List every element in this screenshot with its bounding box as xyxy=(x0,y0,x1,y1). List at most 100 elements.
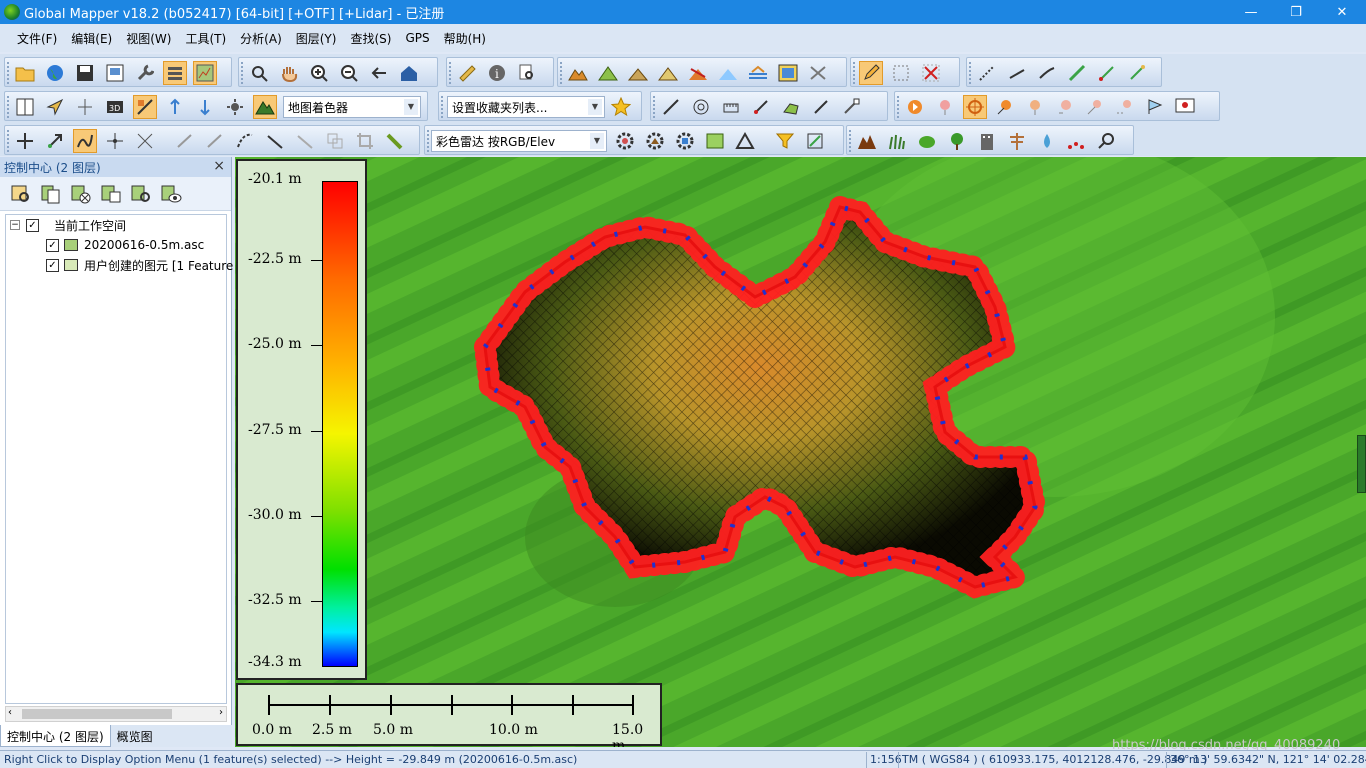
wrench-icon[interactable] xyxy=(133,61,157,85)
target-icon[interactable] xyxy=(689,95,713,119)
info-icon[interactable]: i xyxy=(485,61,509,85)
root-checkbox[interactable]: ✓ xyxy=(26,218,39,232)
menu-tools[interactable]: 工具(T) xyxy=(178,30,233,47)
point-multi-icon[interactable] xyxy=(1053,95,1077,119)
layers-icon[interactable] xyxy=(163,61,187,85)
draw-area-icon[interactable] xyxy=(779,95,803,119)
layer-eye-icon[interactable] xyxy=(160,183,182,205)
toolbar-grip[interactable] xyxy=(7,130,10,152)
water-icon[interactable] xyxy=(1035,129,1059,153)
favorites-select[interactable]: 设置收藏夹列表... ▼ xyxy=(447,96,605,118)
line-node-icon[interactable] xyxy=(1125,61,1149,85)
split-view-icon[interactable] xyxy=(13,95,37,119)
grid-ruler-icon[interactable] xyxy=(719,95,743,119)
gear-grid-icon[interactable] xyxy=(673,129,697,153)
chevron-down-icon[interactable]: ▼ xyxy=(588,99,602,115)
search-pin-icon[interactable] xyxy=(1095,129,1119,153)
reshape-icon[interactable] xyxy=(73,129,97,153)
line-dots-icon[interactable] xyxy=(975,61,999,85)
scroll-thumb[interactable] xyxy=(22,709,172,719)
chevron-down-icon[interactable]: ▼ xyxy=(590,133,604,149)
pin-icon[interactable] xyxy=(933,95,957,119)
menu-analysis[interactable]: 分析(A) xyxy=(233,30,289,47)
ruler-icon[interactable] xyxy=(455,61,479,85)
tree-layer-item[interactable]: ✓ 20200616-0.5m.asc xyxy=(46,235,204,255)
lidar-color-select[interactable]: 彩色雷达 按RGB/Elev ▼ xyxy=(431,130,607,152)
extend-line-icon[interactable] xyxy=(173,129,197,153)
triangle-icon[interactable] xyxy=(733,129,757,153)
filter-icon[interactable] xyxy=(773,129,797,153)
layer-close-icon[interactable] xyxy=(70,183,92,205)
check-line-icon[interactable] xyxy=(809,95,833,119)
profile-icon[interactable] xyxy=(746,61,770,85)
point-add-icon[interactable] xyxy=(1023,95,1047,119)
gear-icon[interactable] xyxy=(613,129,637,153)
elevation-down-icon[interactable] xyxy=(193,95,217,119)
toolbar-grip[interactable] xyxy=(969,62,972,84)
maximize-button[interactable]: ❐ xyxy=(1273,0,1319,24)
menu-gps[interactable]: GPS xyxy=(398,31,436,45)
volume-icon[interactable] xyxy=(626,61,650,85)
toolbar-grip[interactable] xyxy=(7,96,10,118)
star-icon[interactable] xyxy=(609,95,633,119)
point-delete-icon[interactable] xyxy=(1113,95,1137,119)
noise-icon[interactable] xyxy=(1065,129,1089,153)
print-icon[interactable] xyxy=(103,61,127,85)
split-icon[interactable] xyxy=(133,129,157,153)
map-canvas[interactable]: -20.1 m -22.5 m -25.0 m -27.5 m -30.0 m … xyxy=(235,157,1366,747)
tree-horizontal-scrollbar[interactable]: ‹ › xyxy=(5,706,227,722)
toolbar-grip[interactable] xyxy=(849,130,852,152)
node-edit-icon[interactable] xyxy=(293,129,317,153)
crosshair-icon[interactable] xyxy=(963,95,987,119)
path-profile-icon[interactable] xyxy=(73,95,97,119)
minimize-button[interactable]: — xyxy=(1228,0,1274,24)
rotate-icon[interactable] xyxy=(43,129,67,153)
screen-icon[interactable] xyxy=(1173,95,1197,119)
curve-icon[interactable] xyxy=(1035,61,1059,85)
flag-icon[interactable] xyxy=(1143,95,1167,119)
toolbar-grip[interactable] xyxy=(653,96,656,118)
tab-control-center[interactable]: 控制中心 (2 图层) xyxy=(0,725,111,747)
building-icon[interactable] xyxy=(975,129,999,153)
measure-tape-icon[interactable] xyxy=(383,129,407,153)
back-arrow-icon[interactable] xyxy=(367,61,391,85)
line-green-icon[interactable] xyxy=(1065,61,1089,85)
navigate-icon[interactable] xyxy=(43,95,67,119)
elevation-up-icon[interactable] xyxy=(163,95,187,119)
draw-line-icon[interactable] xyxy=(659,95,683,119)
hillshade-toggle-icon[interactable] xyxy=(133,95,157,119)
image-icon[interactable] xyxy=(776,61,800,85)
search-feature-icon[interactable] xyxy=(515,61,539,85)
gear-mountain-icon[interactable] xyxy=(643,129,667,153)
select-rect-icon[interactable] xyxy=(889,61,913,85)
menu-search[interactable]: 查找(S) xyxy=(343,30,398,47)
pan-hand-icon[interactable] xyxy=(277,61,301,85)
layer-zoom-icon[interactable] xyxy=(10,183,32,205)
zoom-in-icon[interactable] xyxy=(307,61,331,85)
toolbar-grip[interactable] xyxy=(7,62,10,84)
satellite-icon[interactable] xyxy=(806,61,830,85)
light-settings-icon[interactable] xyxy=(223,95,247,119)
menu-view[interactable]: 视图(W) xyxy=(119,30,178,47)
toolbar-grip[interactable] xyxy=(449,62,452,84)
tree-layer-item[interactable]: ✓ 用户创建的图元 [1 Feature xyxy=(46,255,233,275)
toolbar-grip[interactable] xyxy=(853,62,856,84)
slope-icon[interactable] xyxy=(656,61,680,85)
ground-icon[interactable] xyxy=(855,129,879,153)
terrain-icon[interactable] xyxy=(566,61,590,85)
map-scroll-handle[interactable] xyxy=(1357,435,1366,493)
move-vertex-icon[interactable] xyxy=(103,129,127,153)
collapse-icon[interactable]: − xyxy=(10,220,20,230)
move-arrows-icon[interactable] xyxy=(13,129,37,153)
chevron-down-icon[interactable]: ▼ xyxy=(404,99,418,115)
save-icon[interactable] xyxy=(73,61,97,85)
scroll-right-icon[interactable]: › xyxy=(219,707,223,718)
menu-edit[interactable]: 编辑(E) xyxy=(64,30,119,47)
crop-icon[interactable] xyxy=(353,129,377,153)
copy-feature-icon[interactable] xyxy=(323,129,347,153)
close-window-button[interactable]: ✕ xyxy=(1319,0,1365,24)
point-copy-icon[interactable] xyxy=(1083,95,1107,119)
menu-file[interactable]: 文件(F) xyxy=(10,30,64,47)
tab-overview[interactable]: 概览图 xyxy=(111,725,159,747)
delete-x-icon[interactable] xyxy=(919,61,943,85)
